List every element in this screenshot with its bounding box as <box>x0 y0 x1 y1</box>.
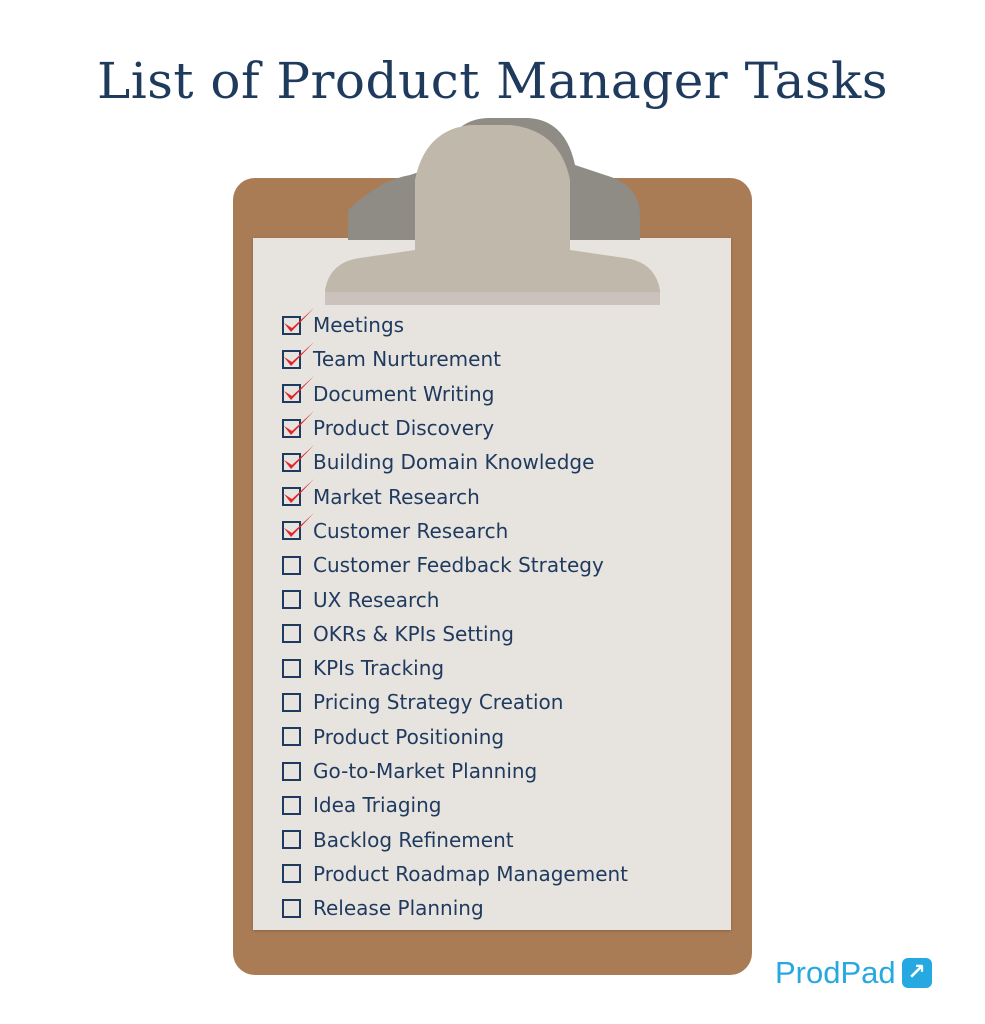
checkbox[interactable] <box>282 898 301 918</box>
task-item[interactable]: Pricing Strategy Creation <box>282 685 628 719</box>
checked-checkbox[interactable] <box>282 513 314 541</box>
infographic: List of Product Manager Tasks Meetings Te… <box>0 0 985 1024</box>
prodpad-logo: ProdPad ↗ <box>775 955 932 991</box>
task-label: Team Nurturement <box>313 347 501 372</box>
logo-text: ProdPad <box>775 955 896 990</box>
checkbox[interactable] <box>282 864 301 884</box>
task-label: Backlog Refinement <box>313 827 514 852</box>
checkbox[interactable] <box>282 658 301 678</box>
task-item[interactable]: UX Research <box>282 582 628 616</box>
task-label: Release Planning <box>313 896 484 921</box>
task-label: Market Research <box>313 484 480 509</box>
task-label: KPIs Tracking <box>313 656 445 681</box>
task-item[interactable]: Product Positioning <box>282 720 628 754</box>
task-label: UX Research <box>313 587 440 612</box>
arrow-up-right-icon: ↗ <box>901 958 932 988</box>
task-list: Meetings Team Nurturement Document Writing… <box>282 307 628 925</box>
checked-checkbox[interactable] <box>282 307 314 335</box>
task-item[interactable]: Backlog Refinement <box>282 822 628 856</box>
task-label: OKRs & KPIs Setting <box>313 621 514 646</box>
task-label: Meetings <box>313 313 405 338</box>
task-item[interactable]: Release Planning <box>282 891 628 925</box>
task-label: Product Roadmap Management <box>313 861 629 886</box>
checkbox[interactable] <box>282 555 301 575</box>
checkmark-icon <box>284 307 314 332</box>
task-label: Go-to-Market Planning <box>313 759 538 783</box>
checkbox[interactable] <box>282 692 301 712</box>
task-item[interactable]: Idea Triaging <box>282 788 628 822</box>
checked-checkbox[interactable] <box>282 341 314 369</box>
task-item[interactable]: Meetings <box>282 307 628 342</box>
checked-checkbox[interactable] <box>282 376 314 404</box>
checkmark-icon <box>284 376 314 401</box>
checked-checkbox[interactable] <box>282 479 314 507</box>
task-item[interactable]: OKRs & KPIs Setting <box>282 617 628 651</box>
checkbox[interactable] <box>282 624 301 644</box>
task-label: Customer Research <box>313 518 509 543</box>
checkmark-icon <box>284 410 314 435</box>
checkmark-icon <box>284 513 314 538</box>
task-item[interactable]: Market Research <box>282 479 628 513</box>
checked-checkbox[interactable] <box>282 410 314 438</box>
task-item[interactable]: Building Domain Knowledge <box>282 444 628 479</box>
task-label: Idea Triaging <box>313 793 442 818</box>
checkbox[interactable] <box>282 727 301 747</box>
task-item[interactable]: Go-to-Market Planning <box>282 754 628 788</box>
checked-checkbox[interactable] <box>282 444 314 472</box>
task-item[interactable]: Team Nurturement <box>282 341 628 376</box>
task-label: Building Domain Knowledge <box>313 450 595 475</box>
task-label: Document Writing <box>313 381 495 406</box>
task-label: Customer Feedback Strategy <box>313 553 604 578</box>
checkbox[interactable] <box>282 761 301 781</box>
task-item[interactable]: Customer Feedback Strategy <box>282 548 628 582</box>
checkmark-icon <box>284 479 314 504</box>
checkbox[interactable] <box>282 795 301 815</box>
task-item[interactable]: Product Discovery <box>282 410 628 445</box>
checkbox[interactable] <box>282 830 301 850</box>
checkmark-icon <box>284 444 314 469</box>
task-item[interactable]: Product Roadmap Management <box>282 857 628 891</box>
task-item[interactable]: KPIs Tracking <box>282 651 628 685</box>
task-label: Product Discovery <box>313 416 495 441</box>
task-item[interactable]: Customer Research <box>282 513 628 548</box>
checkmark-icon <box>284 341 314 366</box>
task-label: Product Positioning <box>313 724 505 749</box>
task-label: Pricing Strategy Creation <box>313 690 564 715</box>
task-item[interactable]: Document Writing <box>282 376 628 411</box>
checkbox[interactable] <box>282 590 301 610</box>
